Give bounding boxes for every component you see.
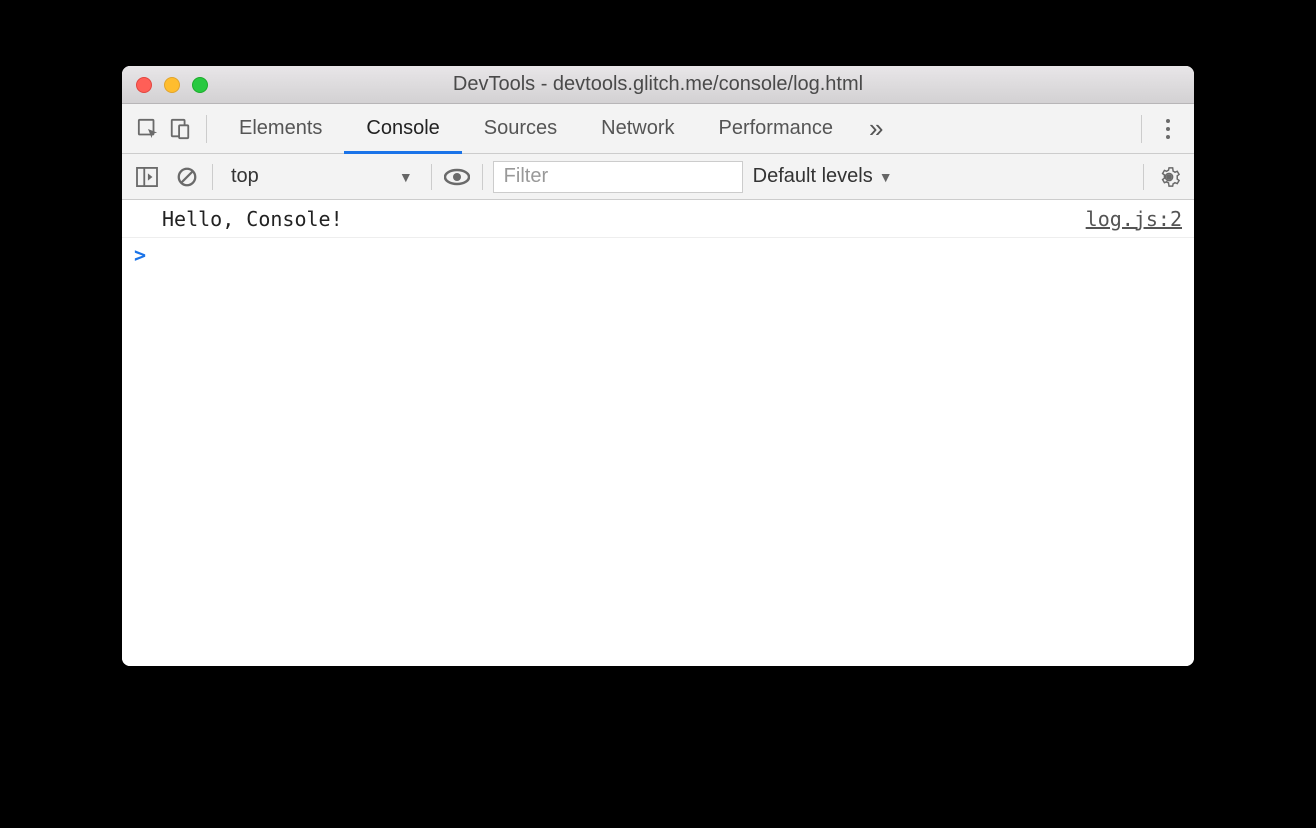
window-controls	[122, 77, 208, 93]
tab-label: Network	[601, 117, 674, 140]
divider	[1143, 164, 1144, 190]
tab-label: Elements	[239, 117, 322, 140]
console-settings-icon[interactable]	[1154, 162, 1184, 192]
divider	[431, 164, 432, 190]
context-label: top	[231, 165, 259, 188]
prompt-caret-icon: >	[134, 243, 156, 267]
tab-performance[interactable]: Performance	[697, 104, 856, 154]
devtools-window: DevTools - devtools.glitch.me/console/lo…	[122, 66, 1194, 666]
divider	[1141, 115, 1142, 143]
chevron-down-icon: ▼	[879, 169, 893, 185]
tab-label: Sources	[484, 117, 557, 140]
more-options-button[interactable]	[1152, 119, 1184, 139]
tabs-overflow-button[interactable]: »	[855, 113, 897, 144]
divider	[212, 164, 213, 190]
tab-network[interactable]: Network	[579, 104, 696, 154]
divider	[482, 164, 483, 190]
filter-input[interactable]	[493, 161, 743, 193]
live-expression-icon[interactable]	[442, 162, 472, 192]
console-prompt[interactable]: >	[122, 238, 1194, 272]
window-title: DevTools - devtools.glitch.me/console/lo…	[122, 73, 1194, 96]
console-toolbar: top ▼ Default levels ▼	[122, 154, 1194, 200]
tab-sources[interactable]: Sources	[462, 104, 579, 154]
toggle-console-sidebar-icon[interactable]	[132, 162, 162, 192]
chevron-down-icon: ▼	[399, 169, 413, 185]
devtools-tabbar: Elements Console Sources Network Perform…	[122, 104, 1194, 154]
tab-label: Console	[366, 117, 439, 140]
log-source-link[interactable]: log.js:2	[1086, 207, 1182, 231]
chevron-right-double-icon: »	[869, 113, 883, 143]
inspect-element-icon[interactable]	[132, 113, 164, 145]
log-message: Hello, Console!	[162, 207, 1086, 231]
zoom-window-button[interactable]	[192, 77, 208, 93]
tab-label: Performance	[719, 117, 834, 140]
log-entry: Hello, Console! log.js:2	[122, 200, 1194, 238]
divider	[206, 115, 207, 143]
close-window-button[interactable]	[136, 77, 152, 93]
titlebar: DevTools - devtools.glitch.me/console/lo…	[122, 66, 1194, 104]
tab-console[interactable]: Console	[344, 104, 461, 154]
device-toolbar-icon[interactable]	[164, 113, 196, 145]
minimize-window-button[interactable]	[164, 77, 180, 93]
log-levels-selector[interactable]: Default levels ▼	[753, 165, 893, 188]
execution-context-selector[interactable]: top ▼	[223, 163, 421, 190]
console-output: Hello, Console! log.js:2 >	[122, 200, 1194, 666]
clear-console-icon[interactable]	[172, 162, 202, 192]
tab-elements[interactable]: Elements	[217, 104, 344, 154]
levels-label: Default levels	[753, 165, 873, 188]
